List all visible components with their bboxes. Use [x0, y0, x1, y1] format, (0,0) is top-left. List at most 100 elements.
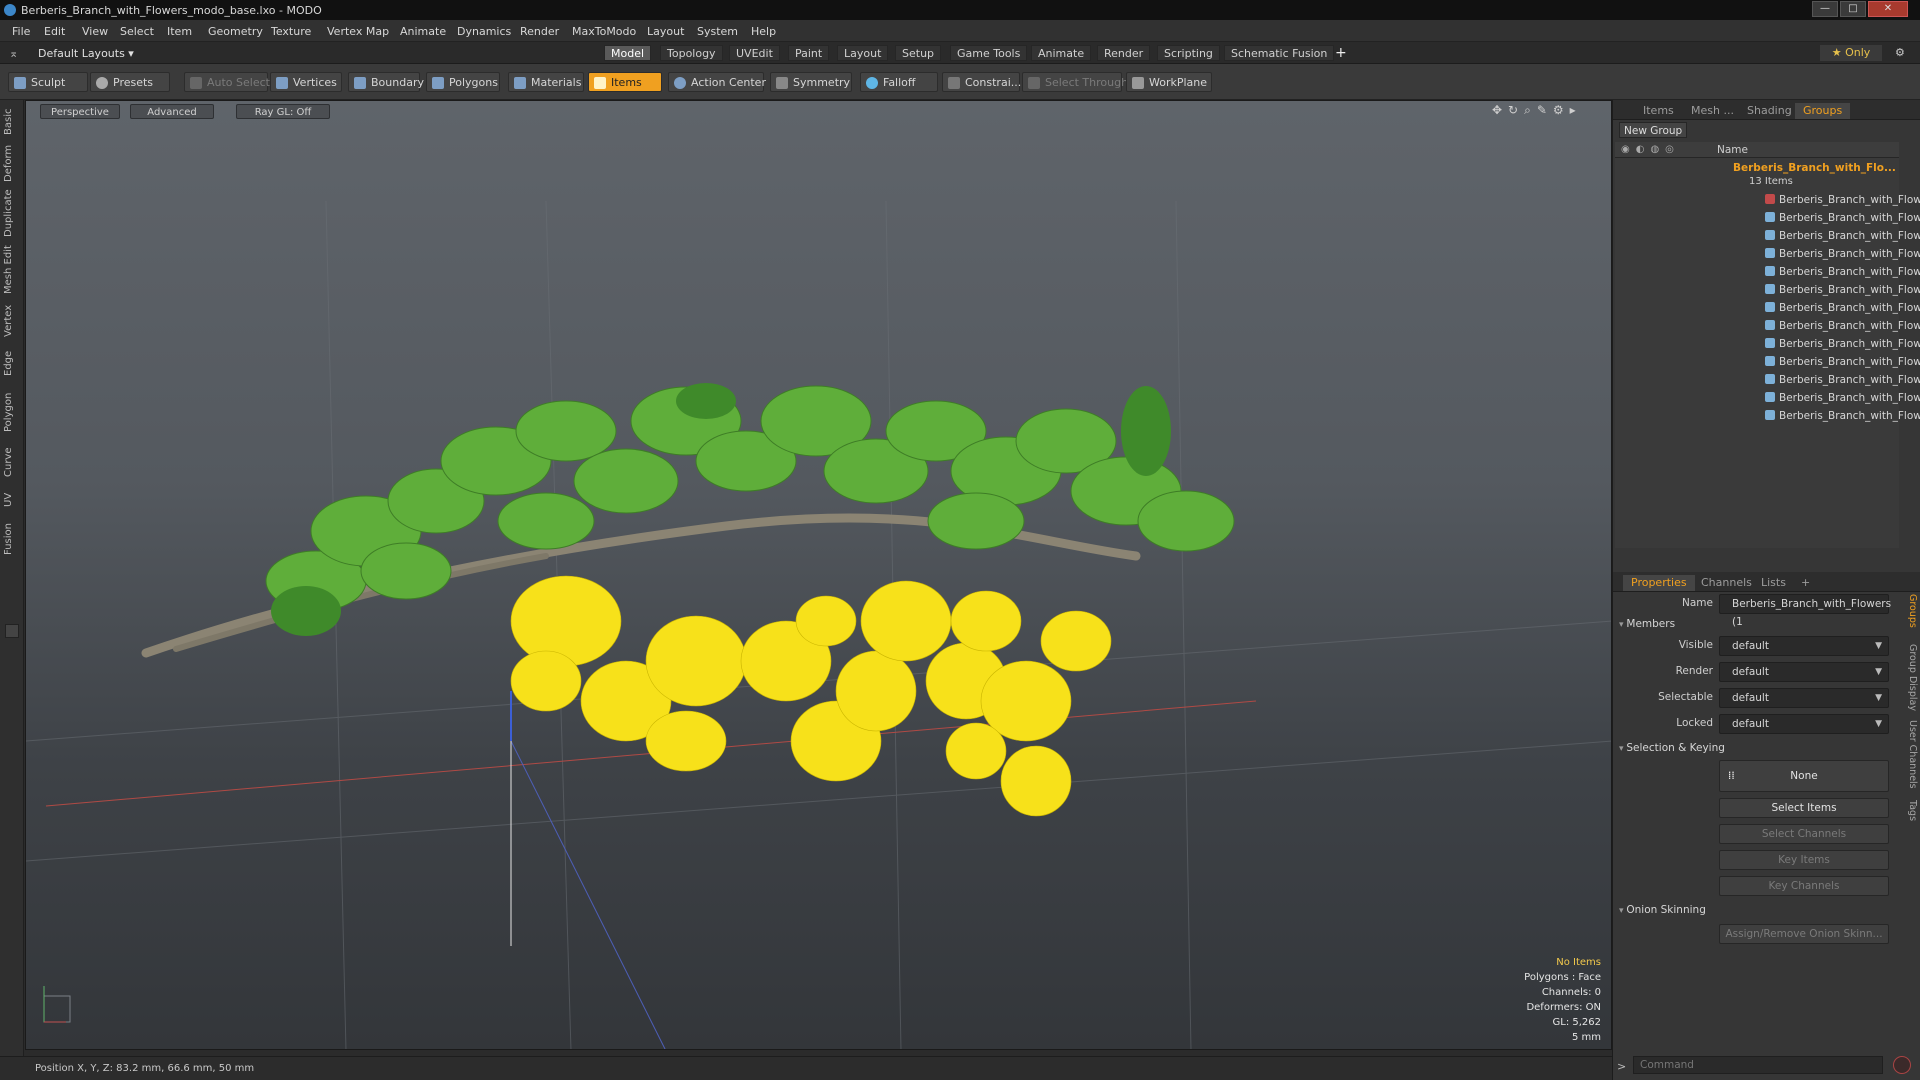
list-item[interactable]: Berberis_Branch_with_Flow ...	[1765, 336, 1920, 353]
workplane-button[interactable]: WorkPlane	[1126, 72, 1212, 92]
tab-model[interactable]: Model	[604, 45, 652, 61]
list-item[interactable]: Berberis_Branch_with_Flow ...	[1765, 264, 1920, 281]
presets-button[interactable]: Presets	[90, 72, 170, 92]
materials-button[interactable]: Materials	[508, 72, 584, 92]
tab-lists[interactable]: Lists	[1753, 575, 1794, 591]
key-channels-button[interactable]: Key Channels	[1719, 876, 1889, 896]
polygons-button[interactable]: Polygons	[426, 72, 500, 92]
new-group-button[interactable]: New Group	[1619, 122, 1688, 138]
tab-paint[interactable]: Paint	[788, 45, 830, 61]
tab-render[interactable]: Render	[1097, 45, 1151, 61]
list-item[interactable]: Berberis_Branch_with_Flow ...	[1765, 228, 1920, 245]
menu-edit[interactable]: Edit	[44, 25, 65, 38]
menu-dynamics[interactable]: Dynamics	[457, 25, 511, 38]
render-dropdown[interactable]: default ▼	[1719, 662, 1889, 682]
list-item[interactable]: Berberis_Branch_with_Flow ...	[1765, 390, 1920, 407]
symmetry-button[interactable]: Symmetry	[770, 72, 852, 92]
tab-uvedit[interactable]: UVEdit	[729, 45, 780, 61]
minimize-button[interactable]: —	[1812, 1, 1838, 17]
list-item[interactable]: Berberis_Branch_with_Flow ...	[1765, 246, 1920, 263]
none-selection-button[interactable]: ⁞⁞ None	[1719, 760, 1889, 792]
tab-mesh[interactable]: Mesh ...	[1683, 103, 1742, 119]
tab-fusion[interactable]: Fusion	[3, 518, 21, 560]
tab-schematic-fusion[interactable]: Schematic Fusion	[1224, 45, 1335, 61]
list-item[interactable]: Berberis_Branch_with_Flowers	[1765, 192, 1920, 209]
gear-icon[interactable]: ⚙	[1895, 46, 1905, 59]
list-item[interactable]: Berberis_Branch_with_Flow ...	[1765, 354, 1920, 371]
assign-onion-skinning-button[interactable]: Assign/Remove Onion Skinn...	[1719, 924, 1889, 944]
select-through-button[interactable]: Select Through	[1022, 72, 1128, 92]
falloff-button[interactable]: Falloff	[860, 72, 938, 92]
menu-select[interactable]: Select	[120, 25, 154, 38]
list-item[interactable]: Berberis_Branch_with_Flow ...	[1765, 300, 1920, 317]
tab-animate[interactable]: Animate	[1031, 45, 1092, 61]
select-items-button[interactable]: Select Items	[1719, 798, 1889, 818]
side-tab-tags[interactable]: Tags	[1902, 800, 1918, 836]
tab-vertex[interactable]: Vertex	[3, 302, 21, 340]
menu-render[interactable]: Render	[520, 25, 559, 38]
strip-toggle-button[interactable]	[5, 624, 19, 638]
menu-view[interactable]: View	[82, 25, 108, 38]
key-items-button[interactable]: Key Items	[1719, 850, 1889, 870]
maximize-button[interactable]: □	[1840, 1, 1866, 17]
add-panel-tab[interactable]: +	[1793, 575, 1818, 591]
tab-setup[interactable]: Setup	[895, 45, 942, 61]
list-item[interactable]: Berberis_Branch_with_Flow ...	[1765, 282, 1920, 299]
vertices-button[interactable]: Vertices	[270, 72, 342, 92]
boundary-button[interactable]: Boundary	[348, 72, 424, 92]
tab-mesh-edit[interactable]: Mesh Edit	[3, 244, 21, 296]
list-item[interactable]: Berberis_Branch_with_Flow ...	[1765, 210, 1920, 227]
select-channels-button[interactable]: Select Channels	[1719, 824, 1889, 844]
tab-layout[interactable]: Layout	[837, 45, 889, 61]
tab-topology[interactable]: Topology	[660, 45, 723, 61]
3d-viewport[interactable]: Perspective Advanced Ray GL: Off ✥↻⌕✎⚙▸	[25, 100, 1612, 1050]
name-field[interactable]: Berberis_Branch_with_Flowers (1	[1719, 594, 1891, 628]
menu-layout[interactable]: Layout	[647, 25, 684, 38]
tab-channels[interactable]: Channels	[1693, 575, 1760, 591]
tab-uv[interactable]: UV	[3, 488, 21, 512]
list-item[interactable]: Berberis_Branch_with_Flow ...	[1765, 318, 1920, 335]
only-toggle[interactable]: ★ Only	[1820, 45, 1882, 61]
tab-deform[interactable]: Deform	[3, 144, 21, 182]
menu-animate[interactable]: Animate	[400, 25, 446, 38]
auto-select-button[interactable]: Auto Select	[184, 72, 270, 92]
list-item[interactable]: Berberis_Branch_with_Flow ...	[1765, 408, 1920, 425]
members-section[interactable]: Members	[1619, 618, 1675, 630]
selection-keying-section[interactable]: Selection & Keying	[1619, 742, 1725, 754]
side-tab-user-channels[interactable]: User Channels	[1902, 720, 1918, 794]
tab-basic[interactable]: Basic	[3, 106, 21, 138]
menu-maxtomodo[interactable]: MaxToModo	[572, 25, 636, 38]
default-layouts-dropdown[interactable]: Default Layouts ▾	[38, 47, 134, 60]
tab-polygon[interactable]: Polygon	[3, 388, 21, 436]
tab-game-tools[interactable]: Game Tools	[950, 45, 1028, 61]
menu-file[interactable]: File	[12, 25, 30, 38]
side-tab-groups[interactable]: Groups	[1902, 594, 1918, 638]
menu-system[interactable]: System	[697, 25, 738, 38]
tab-properties[interactable]: Properties	[1623, 575, 1695, 591]
menu-geometry[interactable]: Geometry	[208, 25, 263, 38]
side-tab-group-display[interactable]: Group Display	[1902, 644, 1918, 714]
group-name[interactable]: Berberis_Branch_with_Flo...	[1733, 162, 1896, 174]
onion-skinning-section[interactable]: Onion Skinning	[1619, 904, 1705, 916]
menu-help[interactable]: Help	[751, 25, 776, 38]
visible-dropdown[interactable]: default ▼	[1719, 636, 1889, 656]
items-button[interactable]: Items	[588, 72, 662, 92]
menu-texture[interactable]: Texture	[271, 25, 311, 38]
layout-collapse-icon[interactable]: ⌅	[9, 47, 18, 60]
menu-item[interactable]: Item	[167, 25, 192, 38]
close-button[interactable]: ✕	[1868, 1, 1908, 17]
constraints-button[interactable]: Constrai...	[942, 72, 1021, 92]
command-input[interactable]	[1633, 1056, 1883, 1074]
tab-edge[interactable]: Edge	[3, 346, 21, 380]
list-item[interactable]: Berberis_Branch_with_Flow ...	[1765, 372, 1920, 389]
tab-items[interactable]: Items	[1635, 103, 1682, 119]
tab-curve[interactable]: Curve	[3, 444, 21, 480]
tab-duplicate[interactable]: Duplicate	[3, 188, 21, 238]
tab-groups[interactable]: Groups	[1795, 103, 1851, 119]
selectable-dropdown[interactable]: default ▼	[1719, 688, 1889, 708]
tab-scripting[interactable]: Scripting	[1157, 45, 1220, 61]
locked-dropdown[interactable]: default ▼	[1719, 714, 1889, 734]
menu-vertex-map[interactable]: Vertex Map	[327, 25, 389, 38]
action-center-button[interactable]: Action Center	[668, 72, 766, 92]
tab-shading[interactable]: Shading	[1739, 103, 1800, 119]
